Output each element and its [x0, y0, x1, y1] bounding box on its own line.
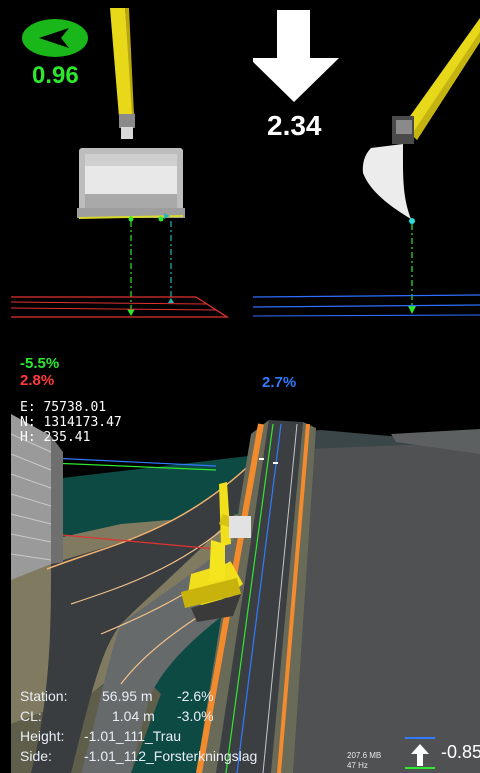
hud-side-row: Side: -1.01_112_Forsterkningslag	[20, 748, 320, 766]
cross-slope-value: 0.96	[32, 62, 79, 89]
e-label: E:	[20, 400, 36, 415]
cl-value: 1.04 m	[112, 708, 155, 724]
elevation-value: -0.85	[441, 742, 480, 762]
side-layer-value: -1.01_112_Forsterkningslag	[84, 748, 258, 764]
cl-label: CL:	[20, 708, 42, 724]
n-label: N:	[20, 415, 36, 430]
frame-rate: 47 Hz	[347, 761, 368, 770]
front-view-panel: 0.96 -5.5% 2.8%	[11, 8, 251, 392]
down-arrow-icon	[253, 10, 339, 102]
machine-guidance-screen: 0.96 -5.5% 2.8% 2.34 2.7% E: 75738.01 N:…	[0, 0, 480, 773]
coordinate-e: E: 75738.01	[20, 400, 106, 415]
coordinate-h: H: 235.41	[20, 430, 90, 445]
bucket-front	[77, 148, 185, 219]
up-arrow-icon	[411, 744, 429, 766]
height-value: 2.34	[267, 110, 322, 141]
h-label: H:	[20, 430, 36, 445]
side-label: Side:	[20, 748, 52, 764]
hud-station-row: Station: 56.95 m -2.6%	[20, 688, 250, 706]
station-label: Station:	[20, 688, 68, 704]
cl-grade: -3.0%	[177, 708, 214, 724]
map-3d-view[interactable]: E: 75738.01 N: 1314173.47 H: 235.41 Stat…	[11, 394, 480, 773]
compass-arrow-icon	[22, 19, 88, 57]
boom-arm-side	[403, 18, 480, 140]
n-value: 1314173.47	[43, 415, 122, 430]
coordinate-n: N: 1314173.47	[20, 415, 122, 430]
hud-cl-row: CL: 1.04 m -3.0%	[20, 708, 250, 726]
e-value: 75738.01	[43, 400, 107, 415]
grade-secondary: 2.8%	[20, 372, 55, 389]
side-grade: 2.7%	[262, 374, 297, 391]
station-grade: -2.6%	[177, 688, 214, 704]
memory-usage: 207.6 MB	[347, 751, 382, 760]
side-view-panel: 2.34 2.7%	[253, 8, 480, 392]
hud-height-row: Height: -1.01_111_Trau	[20, 728, 250, 746]
h-value: 235.41	[43, 430, 91, 445]
grade-main: -5.5%	[20, 355, 60, 372]
bucket-side	[362, 144, 411, 219]
height-layer-value: -1.01_111_Trau	[84, 728, 182, 744]
side-view-graphic	[253, 10, 480, 317]
station-value: 56.95 m	[102, 688, 153, 704]
height-label: Height:	[20, 728, 65, 744]
elevation-indicator	[405, 737, 435, 769]
